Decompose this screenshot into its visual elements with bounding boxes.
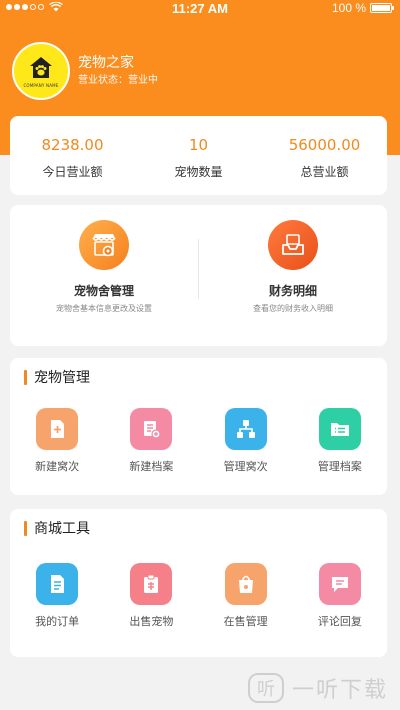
logo-text: COMPANY NAME: [23, 82, 59, 88]
section-accent-bar: [24, 520, 27, 536]
shopping-bag-icon: [224, 563, 267, 605]
new-profile-button[interactable]: 新建档案: [104, 408, 198, 474]
folder-list-icon: [318, 408, 361, 450]
tool-label: 评论回复: [317, 615, 362, 628]
status-bar: 11:27 AM 100 %: [0, 0, 400, 18]
stat-value: 8238.00: [41, 136, 104, 154]
management-subtitle: 查看您的财务收入明细: [253, 304, 333, 313]
battery-icon: [370, 3, 394, 13]
shop-status: 营业状态：营业中: [78, 75, 158, 86]
watermark-text: 一听下载: [291, 678, 388, 703]
stat-total-revenue[interactable]: 56000.00 总营业额: [262, 116, 387, 180]
order-document-icon: [36, 563, 79, 605]
stat-label: 今日营业额: [42, 165, 103, 179]
my-orders-button[interactable]: 我的订单: [10, 563, 104, 629]
stats-card: 8238.00 今日营业额 10 宠物数量 56000.00 总营业额: [10, 116, 387, 195]
stat-value: 56000.00: [288, 136, 361, 154]
stat-value: 10: [188, 136, 209, 154]
mall-tools-card: 商城工具 我的订单 出售宠物 在售管理 评论回复: [10, 509, 387, 657]
section-title: 宠物管理: [34, 370, 90, 386]
shop-profile[interactable]: COMPANY NAME 宠物之家 营业状态：营业中: [12, 42, 158, 100]
watermark-logo-icon: 听: [247, 673, 284, 703]
tool-label: 管理窝次: [223, 460, 268, 473]
comment-reply-button[interactable]: 评论回复: [293, 563, 387, 629]
management-card: 宠物舍管理 宠物舍基本信息更改及设置 财务明细 查看您的财务收入明细: [10, 205, 387, 346]
tool-label: 管理档案: [317, 460, 362, 473]
section-title: 商城工具: [34, 521, 90, 537]
tool-label: 出售宠物: [129, 615, 174, 628]
pet-house-management-button[interactable]: 宠物舍管理 宠物舍基本信息更改及设置: [10, 205, 198, 314]
tool-label: 新建窝次: [35, 460, 80, 473]
comment-icon: [318, 563, 361, 605]
sale-tag-icon: [130, 563, 173, 605]
manage-litter-button[interactable]: 管理窝次: [199, 408, 293, 474]
sell-pets-button[interactable]: 出售宠物: [104, 563, 198, 629]
management-subtitle: 宠物舍基本信息更改及设置: [56, 304, 152, 313]
watermark: 听 一听下载: [247, 672, 388, 704]
finance-details-button[interactable]: 财务明细 查看您的财务收入明细: [199, 205, 387, 314]
on-sale-management-button[interactable]: 在售管理: [199, 563, 293, 629]
inbox-tray-icon: [268, 220, 318, 270]
tool-label: 新建档案: [129, 460, 174, 473]
stat-label: 总营业额: [300, 165, 349, 179]
tool-label: 我的订单: [35, 615, 80, 628]
stat-pet-count[interactable]: 10 宠物数量: [136, 116, 261, 180]
hierarchy-icon: [224, 408, 267, 450]
document-add-icon: [130, 408, 173, 450]
management-title: 财务明细: [268, 284, 317, 298]
shop-avatar[interactable]: COMPANY NAME: [12, 42, 70, 100]
tool-label: 在售管理: [223, 615, 268, 628]
stat-today-revenue[interactable]: 8238.00 今日营业额: [10, 116, 135, 180]
manage-profile-button[interactable]: 管理档案: [293, 408, 387, 474]
store-settings-icon: [79, 220, 129, 270]
shop-name: 宠物之家: [78, 55, 134, 71]
management-title: 宠物舍管理: [73, 284, 134, 298]
stat-label: 宠物数量: [174, 165, 223, 179]
new-litter-button[interactable]: 新建窝次: [10, 408, 104, 474]
pet-management-card: 宠物管理 新建窝次 新建档案 管理窝次 管理档案: [10, 358, 387, 495]
paw-house-logo-icon: [30, 56, 52, 78]
battery-percent: 100 %: [331, 1, 366, 15]
section-accent-bar: [24, 369, 27, 385]
new-document-icon: [36, 408, 79, 450]
